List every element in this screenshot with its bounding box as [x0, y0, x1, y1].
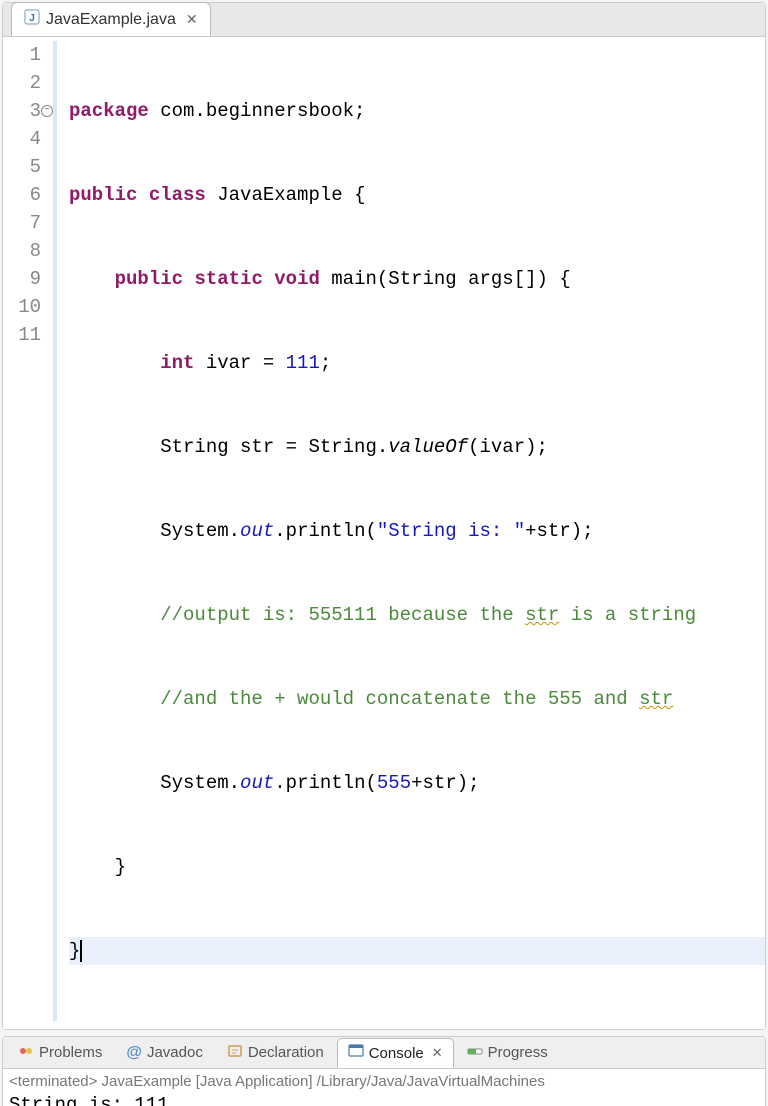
tab-label: Problems	[39, 1044, 102, 1061]
svg-text:J: J	[29, 13, 35, 24]
editor-tab-bar: J JavaExample.java ✕	[3, 3, 765, 37]
code-lines[interactable]: package com.beginnersbook; public class …	[57, 41, 765, 1021]
java-file-icon: J	[24, 9, 40, 30]
line-number: 11	[3, 321, 41, 349]
tab-label: Javadoc	[147, 1044, 203, 1061]
code-line: }	[69, 853, 765, 881]
line-number: 9	[3, 265, 41, 293]
line-number: 8	[3, 237, 41, 265]
code-line: int ivar = 111;	[69, 349, 765, 377]
tab-declaration[interactable]: Declaration	[216, 1038, 335, 1068]
problems-icon	[18, 1043, 34, 1063]
console-icon	[348, 1043, 364, 1063]
code-line: package com.beginnersbook;	[69, 97, 765, 125]
code-line: public class JavaExample {	[69, 181, 765, 209]
tab-label: Console	[369, 1045, 424, 1062]
line-number: 10	[3, 293, 41, 321]
editor-tab-filename: JavaExample.java	[46, 11, 176, 29]
line-number: 1	[3, 41, 41, 69]
console-status: <terminated> JavaExample [Java Applicati…	[9, 1073, 759, 1090]
line-number-gutter: 1 2 3− 4 5 6 7 8 9 10 11	[3, 41, 57, 1021]
tab-progress[interactable]: Progress	[456, 1038, 559, 1068]
javadoc-icon: @	[126, 1044, 142, 1062]
text-cursor	[80, 940, 82, 962]
code-line: System.out.println("String is: "+str);	[69, 517, 765, 545]
close-icon[interactable]: ✕	[432, 1045, 443, 1061]
line-number: 4	[3, 125, 41, 153]
console-line: String is: 111	[9, 1092, 759, 1106]
line-number: 3−	[3, 97, 41, 125]
console-output[interactable]: String is: 111555111	[9, 1092, 759, 1106]
editor-tab-javaexample[interactable]: J JavaExample.java ✕	[11, 2, 211, 36]
code-line: //output is: 555111 because the str is a…	[69, 601, 765, 629]
line-number: 7	[3, 209, 41, 237]
progress-icon	[467, 1043, 483, 1063]
line-number: 2	[3, 69, 41, 97]
tab-label: Declaration	[248, 1044, 324, 1061]
editor-pane: J JavaExample.java ✕ 1 2 3− 4 5 6 7 8 9 …	[2, 2, 766, 1030]
close-icon[interactable]: ✕	[186, 11, 198, 28]
bottom-pane: Problems @ Javadoc Declaration Console ✕…	[2, 1036, 766, 1106]
console-body: <terminated> JavaExample [Java Applicati…	[3, 1069, 765, 1106]
tab-javadoc[interactable]: @ Javadoc	[115, 1039, 213, 1067]
line-number: 5	[3, 153, 41, 181]
code-line: }	[69, 937, 765, 965]
code-line: String str = String.valueOf(ivar);	[69, 433, 765, 461]
code-line: //and the + would concatenate the 555 an…	[69, 685, 765, 713]
line-number: 6	[3, 181, 41, 209]
fold-marker-icon[interactable]: −	[41, 105, 53, 117]
views-tab-bar: Problems @ Javadoc Declaration Console ✕…	[3, 1037, 765, 1069]
code-line: System.out.println(555+str);	[69, 769, 765, 797]
code-area[interactable]: 1 2 3− 4 5 6 7 8 9 10 11 package com.beg…	[3, 37, 765, 1029]
code-line: public static void main(String args[]) {	[69, 265, 765, 293]
tab-problems[interactable]: Problems	[7, 1038, 113, 1068]
tab-label: Progress	[488, 1044, 548, 1061]
tab-console[interactable]: Console ✕	[337, 1038, 454, 1068]
declaration-icon	[227, 1043, 243, 1063]
